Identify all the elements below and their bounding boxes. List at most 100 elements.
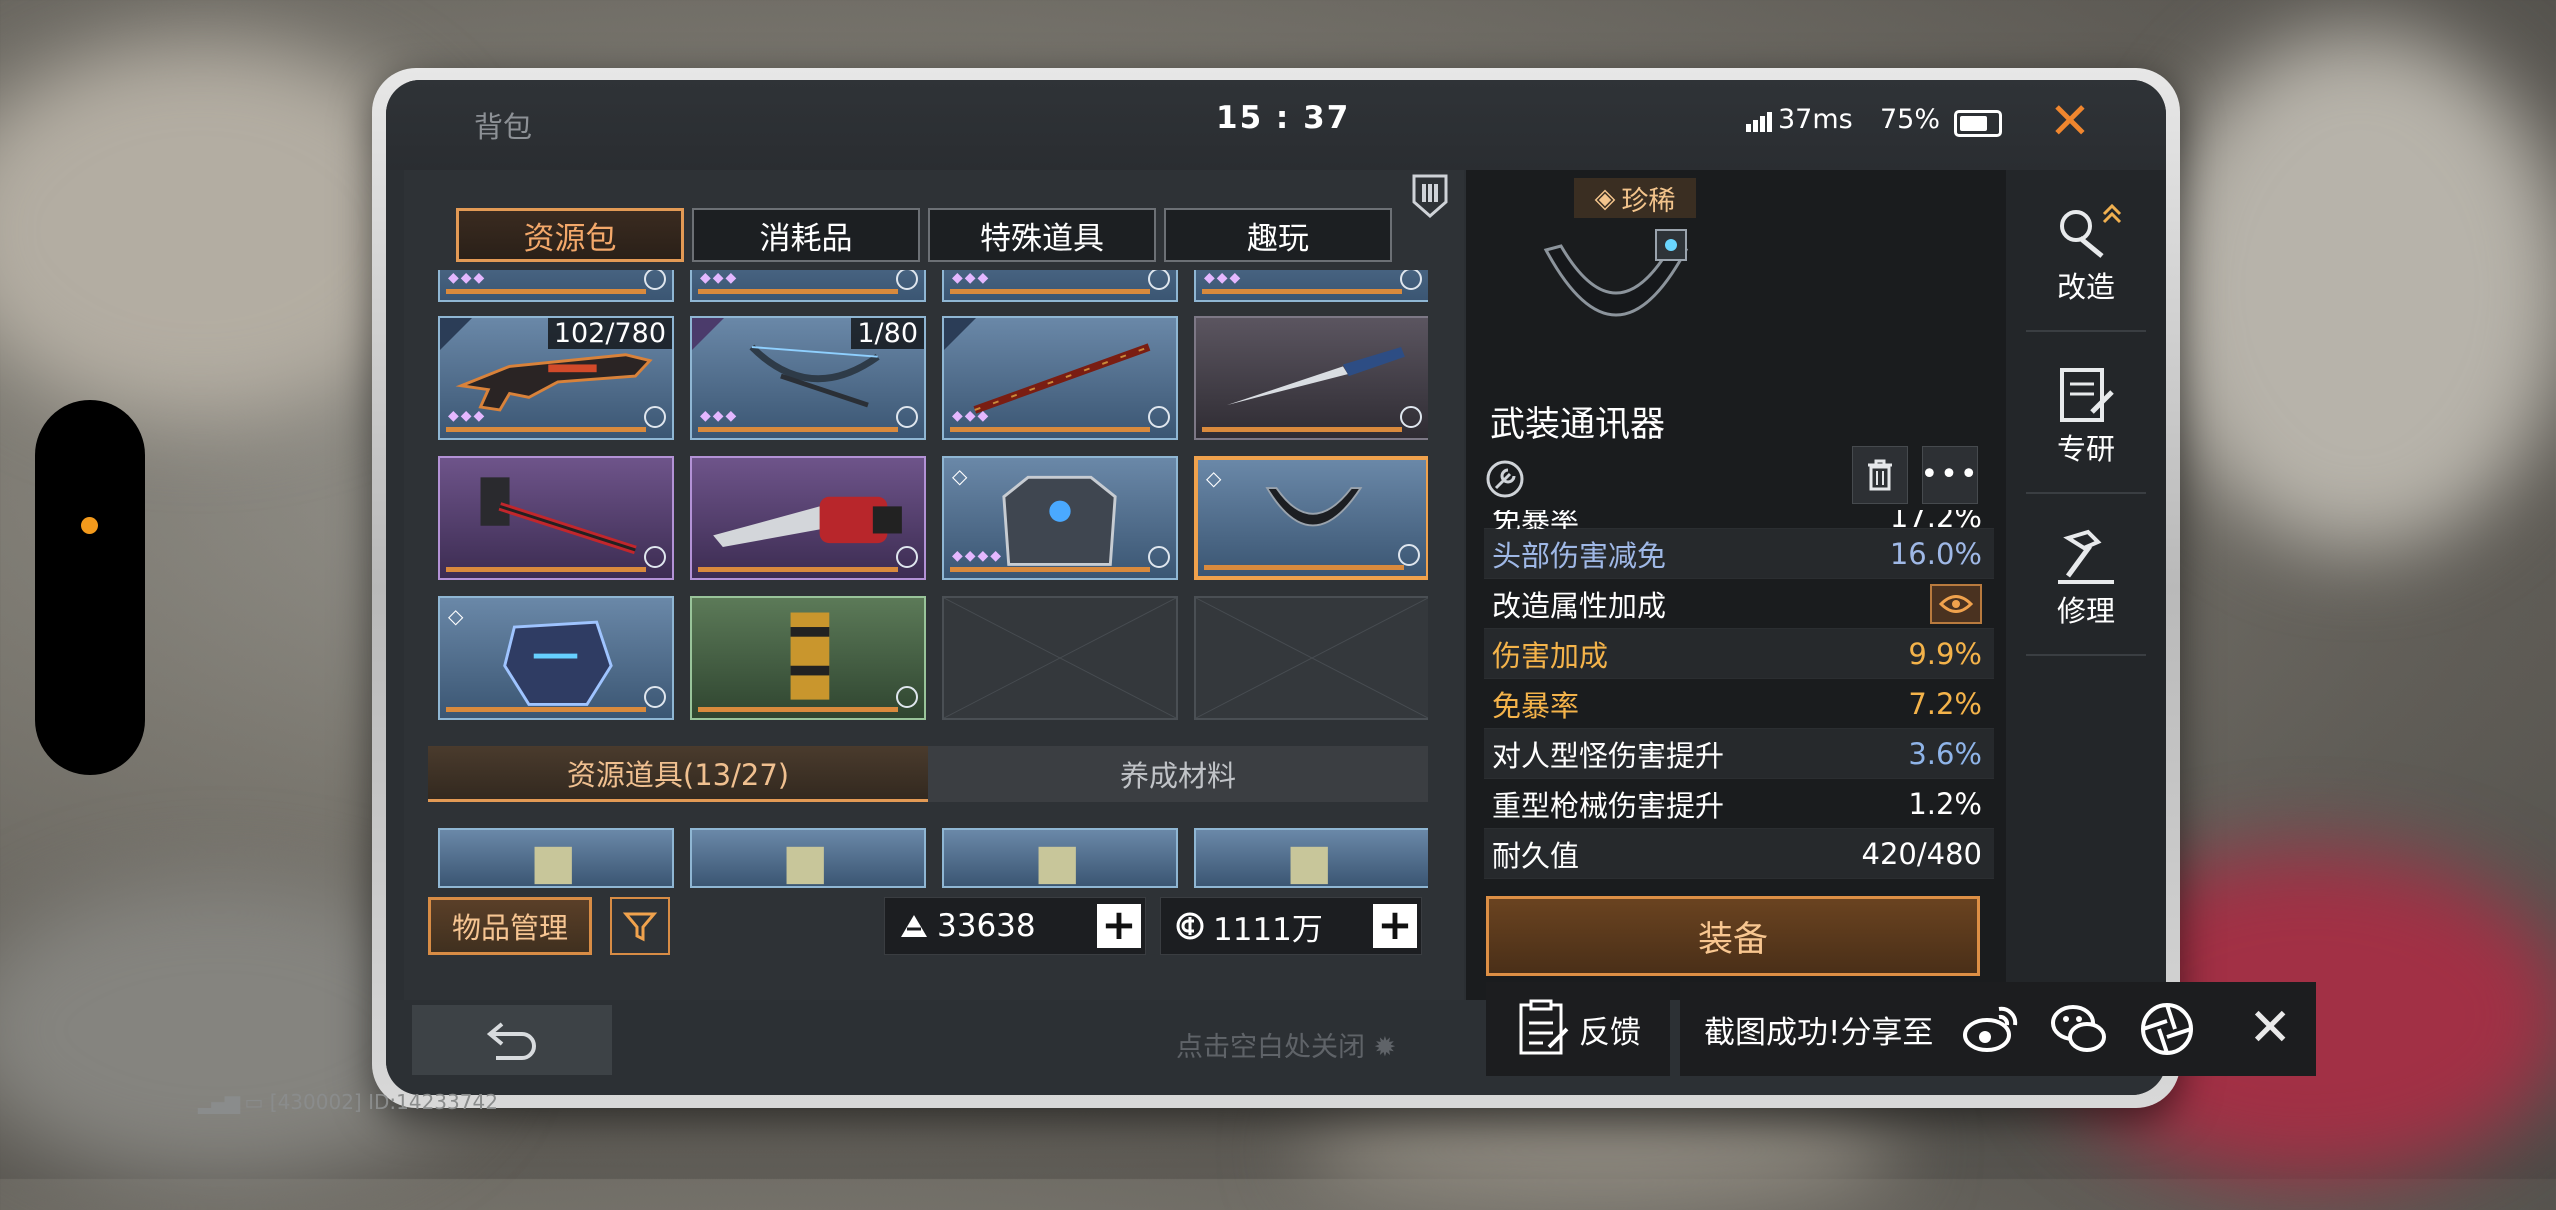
trash-icon <box>1868 459 1892 491</box>
close-hint[interactable]: 点击空白处关闭 ✹ <box>1176 1025 1396 1064</box>
currency-value: 33638 <box>937 908 1036 944</box>
more-dots-icon: ••• <box>1920 457 1980 492</box>
debug-info: ▂▄▆ ▭ [430002] ID:14233742 <box>198 1090 498 1114</box>
stat-row: 伤害加成 9.9% <box>1484 629 1994 679</box>
eye-icon <box>1939 594 1973 613</box>
game-screen: 背包 15 : 37 37ms 75% ✕ 资源包 消耗品 特殊道具 趣玩 ◆◆… <box>386 80 2166 1095</box>
grid-item[interactable]: ◆◆◆ <box>942 270 1178 302</box>
tab-growth-materials[interactable]: 养成材料 <box>928 746 1428 802</box>
currency-gems: 33638 + <box>884 897 1146 955</box>
stat-row: 头部伤害减免 16.0% <box>1484 529 1994 579</box>
ping-text: 37ms <box>1778 104 1853 135</box>
grid-item-armor[interactable]: ◇ ◆◆◆◆ <box>942 456 1178 580</box>
panel-title: 背包 <box>474 110 533 144</box>
grid-item-comm-device[interactable]: ◇ <box>1194 456 1428 580</box>
grid-item[interactable] <box>1194 828 1428 888</box>
floating-side-pill[interactable] <box>35 400 145 775</box>
signal-icon: ▂▄▆ <box>198 1090 240 1114</box>
comm-device-icon <box>1265 487 1363 527</box>
item-management-button[interactable]: 物品管理 <box>428 897 592 955</box>
status-dot <box>81 517 98 534</box>
item-count: 102/780 <box>547 318 672 349</box>
grid-item-hammer[interactable] <box>438 456 674 580</box>
stat-row: 免暴率 7.2% <box>1484 679 1994 729</box>
knife-icon <box>1226 347 1405 406</box>
tab-resource-pack[interactable]: 资源包 <box>456 208 684 262</box>
close-button[interactable]: ✕ <box>2046 96 2094 146</box>
grid-item-rifle[interactable]: 102/780 ◆◆◆ <box>438 316 674 440</box>
modify-button[interactable]: 改造 <box>2006 180 2166 330</box>
currency-coins: 1111万 + <box>1160 897 1422 955</box>
share-bar: 截图成功!分享至 ✕ <box>1680 982 2316 1076</box>
hammer-icon <box>2058 529 2114 584</box>
battery-icon: ▭ <box>244 1090 264 1114</box>
stat-row: 对人型怪伤害提升 3.6% <box>1484 729 1994 779</box>
grid-item[interactable] <box>942 828 1178 888</box>
top-bar: 背包 15 : 37 37ms 75% ✕ <box>386 80 2166 170</box>
wrench-circle-icon <box>1484 458 1526 500</box>
empty-slot <box>1194 596 1428 720</box>
battery-icon <box>1954 110 2002 137</box>
stat-row-durability: 耐久值 420/480 <box>1484 829 1994 879</box>
gear-icon: ✹ <box>1373 1032 1397 1063</box>
stat-row: 重型枪械伤害提升 1.2% <box>1484 779 1994 829</box>
stats-list: 免暴率 17.2% 头部伤害减免 16.0% 改造属性加成 伤害加成 9.9% 免暴率… <box>1484 510 1994 898</box>
filter-button[interactable] <box>610 897 670 955</box>
grid-item-chainsaw[interactable] <box>690 456 926 580</box>
item-name: 武装通讯器 <box>1490 405 1666 445</box>
canister-icon <box>790 612 830 700</box>
grid-item-staff[interactable]: ◆◆◆ <box>942 316 1178 440</box>
signal-icon <box>1746 112 1772 132</box>
back-button[interactable] <box>412 1005 612 1075</box>
grid-item-helmet[interactable]: ◇ <box>438 596 674 720</box>
feedback-button[interactable]: 反馈 <box>1486 982 1670 1076</box>
tab-special-items[interactable]: 特殊道具 <box>928 208 1156 262</box>
share-label: 截图成功!分享至 <box>1704 1014 1934 1051</box>
filter-icon <box>622 912 658 942</box>
back-arrow-icon <box>486 1022 536 1060</box>
grid-item-bow[interactable]: 1/80 ◆◆◆ <box>690 316 926 440</box>
grid-item-canister[interactable] <box>690 596 926 720</box>
sub-tabs: 资源道具(13/27) 养成材料 <box>428 746 1428 802</box>
add-coins-button[interactable]: + <box>1373 904 1417 948</box>
add-gems-button[interactable]: + <box>1097 904 1141 948</box>
tab-consumables[interactable]: 消耗品 <box>692 208 920 262</box>
hammer-icon <box>480 477 637 555</box>
grid-item[interactable] <box>690 828 926 888</box>
shield-icon[interactable] <box>1410 172 1450 220</box>
clipboard-icon <box>1519 999 1569 1055</box>
battery-text: 75% <box>1880 104 1941 135</box>
weibo-icon[interactable] <box>1961 999 2021 1059</box>
tab-fun[interactable]: 趣玩 <box>1164 208 1392 262</box>
triangle-crystal-icon <box>901 915 927 937</box>
grid-item-knife[interactable] <box>1194 316 1428 440</box>
wechat-icon[interactable] <box>2049 999 2109 1059</box>
close-share-button[interactable]: ✕ <box>2248 1000 2292 1056</box>
research-icon <box>2060 368 2114 422</box>
delete-button[interactable] <box>1852 446 1908 504</box>
helmet-icon <box>503 620 613 706</box>
grid-item[interactable]: ◆◆◆ <box>690 270 926 302</box>
tab-resource-items[interactable]: 资源道具(13/27) <box>428 746 928 802</box>
empty-slot <box>942 596 1178 720</box>
equip-button[interactable]: 装备 <box>1486 896 1980 976</box>
repair-button[interactable]: 修理 <box>2006 504 2166 654</box>
moments-icon[interactable] <box>2137 999 2197 1059</box>
grid-item[interactable]: ◆◆◆ <box>1194 270 1428 302</box>
view-details-button[interactable] <box>1930 583 1982 624</box>
resource-items-row <box>428 828 1428 888</box>
diamond-icon: ◈ <box>1594 182 1616 214</box>
clock: 15 : 37 <box>1216 100 1351 136</box>
chainsaw-icon <box>713 496 902 548</box>
more-options-button[interactable]: ••• <box>1920 446 1980 504</box>
grid-item[interactable] <box>438 828 674 888</box>
coin-icon <box>1176 912 1204 940</box>
research-button[interactable]: 专研 <box>2006 342 2166 492</box>
grid-item[interactable]: ◆◆◆ <box>438 270 674 302</box>
category-tabs: 资源包 消耗品 特殊道具 趣玩 <box>456 208 1392 262</box>
modify-icon <box>2060 204 2122 258</box>
stat-row: 免暴率 17.2% <box>1484 510 1994 536</box>
item-count: 1/80 <box>851 318 924 349</box>
currency-value: 1111万 <box>1213 911 1323 948</box>
comm-device-icon <box>1543 229 1689 317</box>
